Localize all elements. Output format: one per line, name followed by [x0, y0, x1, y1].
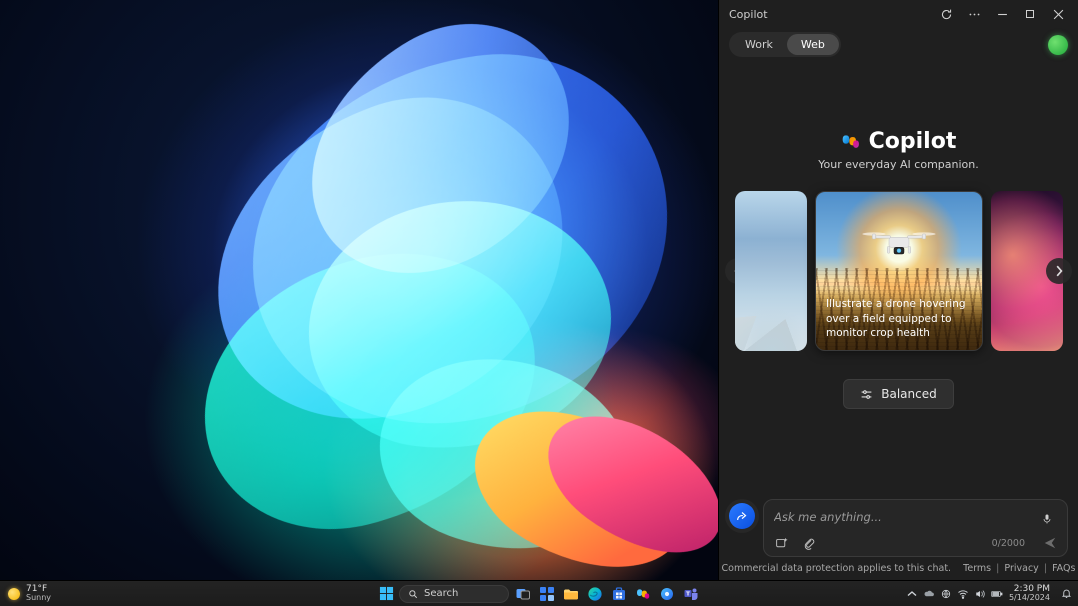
sliders-icon [860, 388, 873, 401]
volume-icon [974, 588, 986, 600]
taskbar-clock[interactable]: 2:30 PM 5/14/2024 [1009, 585, 1050, 602]
taskbar-weather[interactable]: 71°F Sunny [0, 585, 51, 602]
taskbar-app-taskview[interactable] [513, 584, 533, 604]
photos-icon [659, 586, 675, 602]
tab-work[interactable]: Work [731, 34, 787, 55]
copilot-more-button[interactable] [960, 0, 988, 28]
tray-overflow-button[interactable] [906, 588, 918, 600]
prompt-carousel: Illustrate a drone hovering over a field… [719, 191, 1078, 351]
copilot-logo-icon [841, 132, 861, 152]
minimize-icon [997, 9, 1008, 20]
footer-applies-text: applies to this chat. [854, 563, 951, 574]
taskbar-app-widgets[interactable] [537, 584, 557, 604]
refresh-icon [940, 8, 953, 21]
conversation-style-button[interactable]: Balanced [843, 379, 953, 409]
taskbar-app-teams[interactable]: T [681, 584, 701, 604]
compose-box: 0/2000 [763, 499, 1068, 557]
microphone-icon [1041, 513, 1053, 525]
taskbar-search-placeholder: Search [424, 588, 458, 599]
copilot-footer: Commercial data protection applies to th… [719, 563, 1078, 580]
clock-date: 5/14/2024 [1009, 594, 1050, 602]
taskbar-app-edge[interactable] [585, 584, 605, 604]
footer-privacy-link[interactable]: Privacy [1004, 563, 1038, 574]
taskbar-app-explorer[interactable] [561, 584, 581, 604]
ellipsis-icon [968, 8, 981, 21]
tray-onedrive-icon[interactable] [923, 588, 935, 600]
windows-logo-icon [379, 586, 394, 601]
new-topic-icon [735, 509, 749, 523]
paperclip-icon [803, 537, 816, 550]
minimize-button[interactable] [988, 0, 1016, 28]
copilot-mode-tabs: Work Web [729, 32, 841, 57]
drone-icon [857, 219, 941, 269]
copilot-panel: Copilot Work Web [718, 0, 1078, 580]
weather-desc: Sunny [26, 594, 51, 602]
tab-web[interactable]: Web [787, 34, 839, 55]
chevron-right-icon [1053, 265, 1065, 277]
copilot-header: Work Web [719, 28, 1078, 59]
copilot-hero: Copilot Your everyday AI companion. [719, 129, 1078, 171]
attach-image-button[interactable] [772, 534, 790, 552]
copilot-title: Copilot [869, 129, 957, 154]
footer-faqs-link[interactable]: FAQs [1052, 563, 1075, 574]
battery-icon [991, 588, 1003, 600]
copilot-taskbar-icon [635, 586, 651, 602]
compose-input[interactable] [772, 506, 1041, 532]
char-counter: 0/2000 [992, 538, 1025, 549]
teams-icon: T [683, 586, 699, 602]
edge-icon [587, 586, 603, 602]
carousel-next-button[interactable] [1046, 258, 1072, 284]
taskbar-app-copilot[interactable] [633, 584, 653, 604]
taskbar-app-photos[interactable] [657, 584, 677, 604]
tray-wifi-icon[interactable] [957, 588, 969, 600]
carousel-card-caption: Illustrate a drone hovering over a field… [816, 289, 982, 350]
widgets-icon [539, 586, 555, 602]
copilot-window-title: Copilot [729, 8, 932, 21]
carousel-card-left[interactable] [735, 191, 807, 351]
copilot-subtitle: Your everyday AI companion. [719, 158, 1078, 171]
tray-volume-icon[interactable] [974, 588, 986, 600]
language-icon [940, 588, 952, 600]
new-topic-button[interactable] [729, 503, 755, 529]
svg-text:T: T [686, 591, 690, 597]
taskbar-center: Search T [377, 584, 701, 604]
tray-battery-icon[interactable] [991, 588, 1003, 600]
taskbar: 71°F Sunny Search [0, 580, 1078, 606]
system-tray [906, 588, 1003, 600]
weather-icon [8, 588, 20, 600]
close-button[interactable] [1044, 0, 1072, 28]
user-avatar[interactable] [1048, 35, 1068, 55]
notification-center-button[interactable] [1060, 588, 1072, 600]
copilot-titlebar: Copilot [719, 0, 1078, 28]
send-button[interactable] [1041, 534, 1059, 552]
taskbar-search[interactable]: Search [399, 585, 509, 603]
maximize-button[interactable] [1016, 0, 1044, 28]
image-sparkle-icon [775, 537, 788, 550]
folder-icon [563, 586, 579, 602]
footer-protection-link[interactable]: Commercial data protection [722, 563, 855, 574]
microphone-button[interactable] [1041, 513, 1059, 525]
taskbar-right: 2:30 PM 5/14/2024 [906, 585, 1078, 602]
start-button[interactable] [377, 585, 395, 603]
carousel-card-center[interactable]: Illustrate a drone hovering over a field… [815, 191, 983, 351]
store-icon [611, 586, 627, 602]
attach-file-button[interactable] [800, 534, 818, 552]
chevron-up-icon [907, 589, 917, 599]
search-icon [408, 589, 418, 599]
maximize-icon [1025, 9, 1035, 19]
footer-terms-link[interactable]: Terms [963, 563, 991, 574]
wifi-icon [957, 588, 969, 600]
taskview-icon [515, 586, 531, 602]
copilot-refresh-button[interactable] [932, 0, 960, 28]
taskbar-app-store[interactable] [609, 584, 629, 604]
bell-icon [1061, 588, 1072, 599]
cloud-icon [923, 588, 935, 600]
conversation-style-label: Balanced [881, 387, 936, 401]
close-icon [1053, 9, 1064, 20]
send-icon [1043, 536, 1057, 550]
compose-area: 0/2000 [719, 499, 1078, 563]
tray-language-button[interactable] [940, 588, 952, 600]
